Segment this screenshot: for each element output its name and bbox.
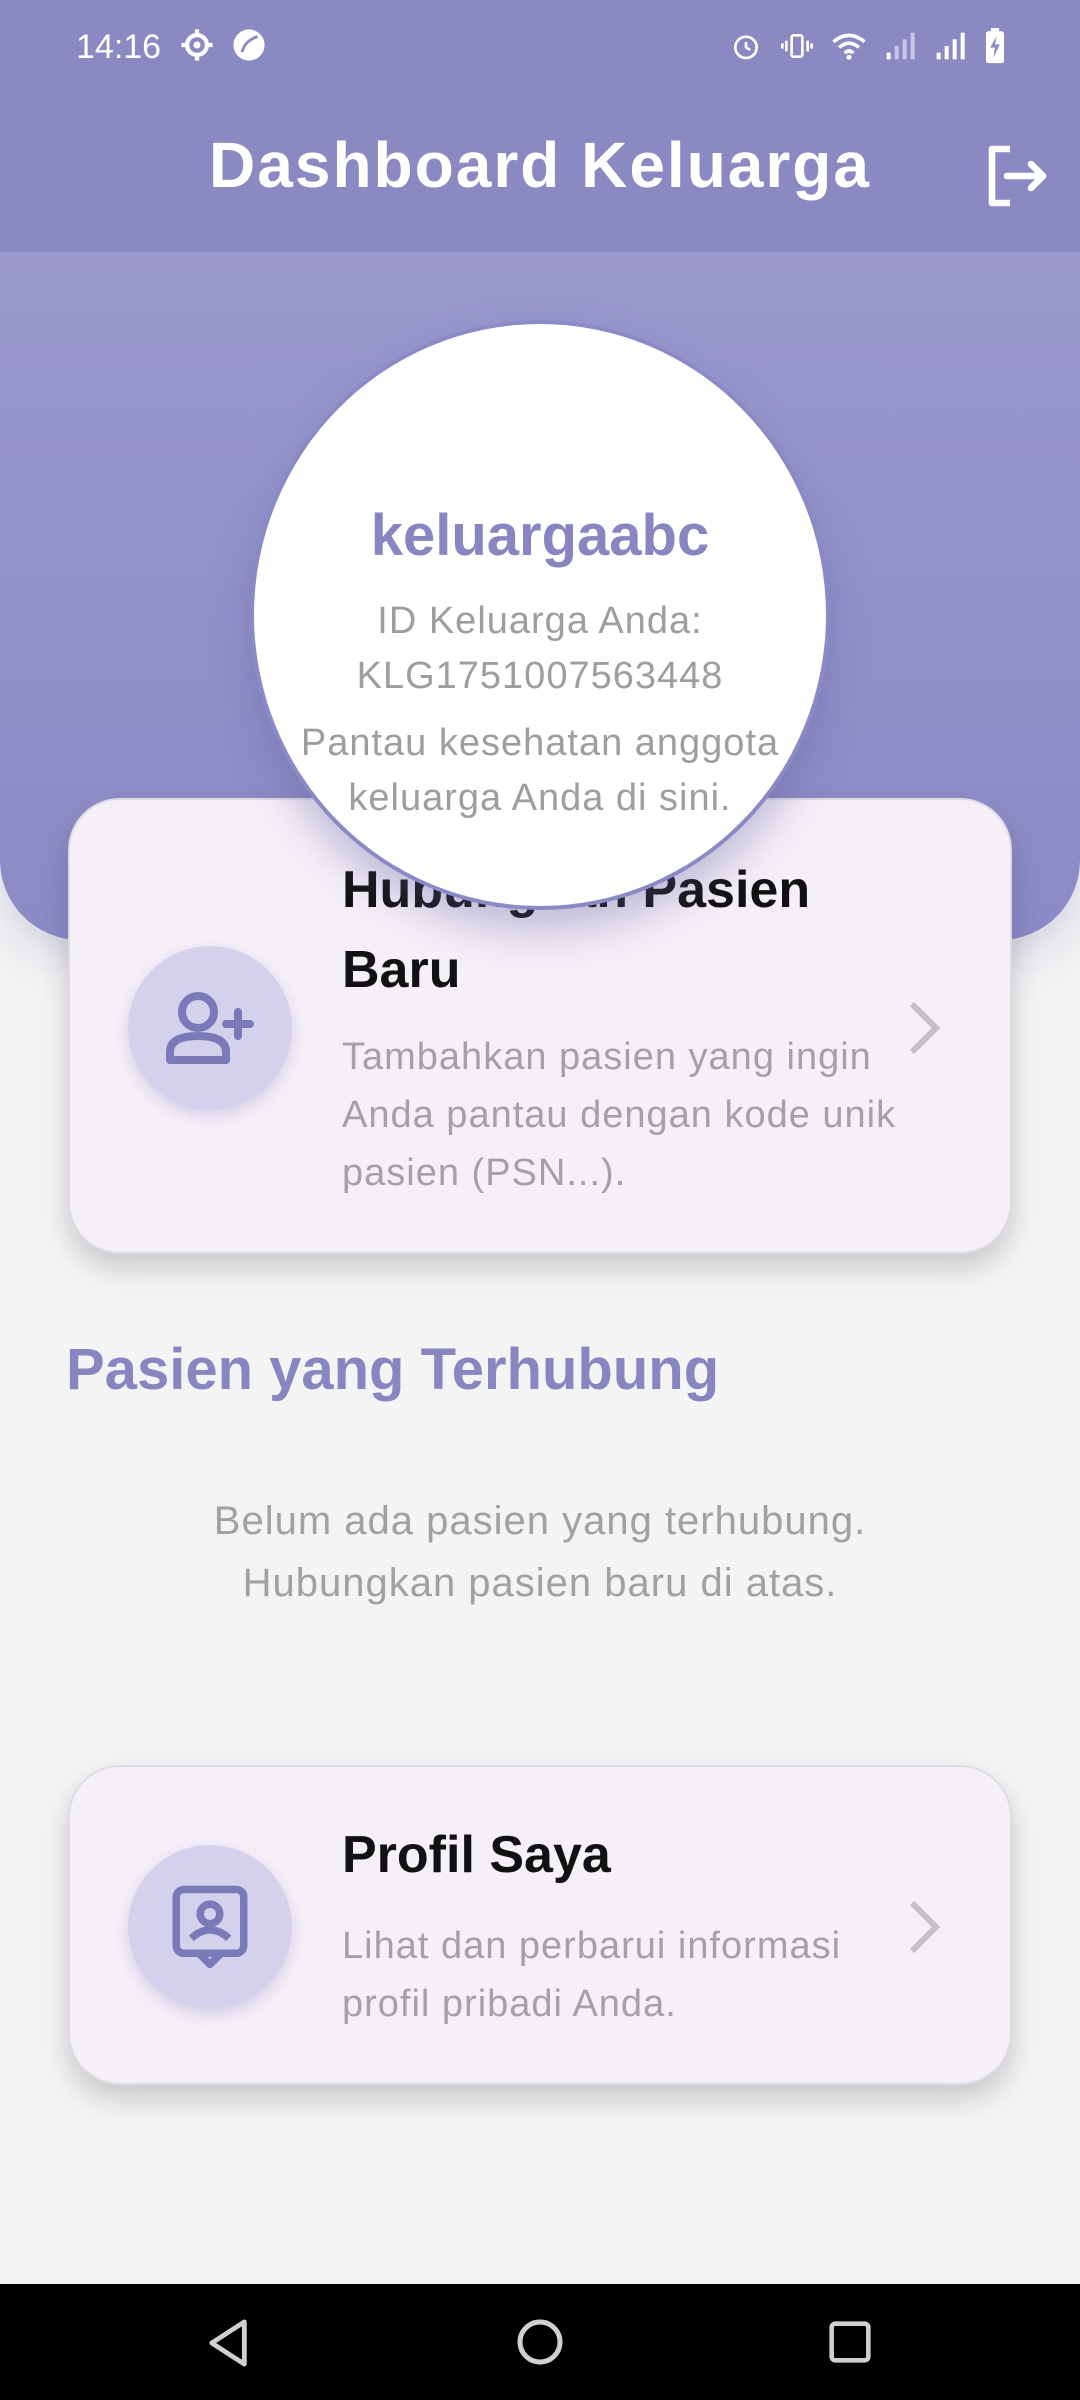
family-id-value: KLG1751007563448 xyxy=(356,655,724,697)
my-profile-card[interactable]: Profil Saya Lihat dan perbarui informasi… xyxy=(68,1765,1012,2085)
home-icon[interactable] xyxy=(516,2318,564,2366)
chevron-right-icon xyxy=(909,1001,941,1055)
chevron-right-icon xyxy=(909,1900,941,1954)
signal-weak-icon xyxy=(886,32,915,60)
leaf-icon xyxy=(233,29,265,61)
connect-card-description: Tambahkan pasien yang ingin Anda pantau … xyxy=(342,1036,897,1194)
vibrate-icon xyxy=(781,34,813,58)
recents-icon[interactable] xyxy=(828,2320,872,2364)
app-bar: 14:16 Dashboard Keluarga xyxy=(0,0,1080,252)
logout-button[interactable] xyxy=(980,140,1052,212)
back-icon[interactable] xyxy=(206,2318,252,2368)
status-left-icons xyxy=(180,28,266,62)
settings-icon xyxy=(181,29,213,61)
connect-icon-circle xyxy=(128,946,292,1110)
logout-icon xyxy=(988,145,1047,207)
profile-badge-icon xyxy=(172,1885,248,1969)
empty-state-line-1: Belum ada pasien yang terhubung. xyxy=(213,1499,867,1543)
status-time: 14:16 xyxy=(76,28,162,66)
profile-card-description: Lihat dan perbarui informasi profil prib… xyxy=(342,1925,842,2025)
empty-state-line-2: Hubungkan pasien baru di atas. xyxy=(242,1561,838,1605)
profile-summary-circle: keluargaabc ID Keluarga Anda: KLG1751007… xyxy=(250,320,830,910)
profile-description-text: Pantau kesehatan anggota keluarga Anda d… xyxy=(300,722,780,819)
add-user-icon xyxy=(166,992,254,1064)
signal-icon xyxy=(936,32,965,60)
connected-patients-title: Pasien yang Terhubung xyxy=(66,1337,720,1402)
alarm-icon xyxy=(734,35,758,60)
empty-state-text: Belum ada pasien yang terhubung. Hubungk… xyxy=(0,1490,1080,1614)
battery-charging-icon xyxy=(986,28,1004,64)
profile-description: Pantau kesehatan anggota keluarga Anda d… xyxy=(254,716,826,826)
family-id-block: ID Keluarga Anda: KLG1751007563448 xyxy=(254,594,826,704)
family-username: keluargaabc xyxy=(370,503,710,568)
family-id-label: ID Keluarga Anda: xyxy=(377,600,703,642)
system-navigation-bar xyxy=(0,2284,1080,2400)
wifi-icon xyxy=(832,33,866,60)
status-right-icons xyxy=(730,28,1006,64)
profile-card-title: Profil Saya xyxy=(342,1826,611,1884)
page-title: Dashboard Keluarga xyxy=(209,129,871,201)
profile-icon-circle xyxy=(128,1845,292,2009)
